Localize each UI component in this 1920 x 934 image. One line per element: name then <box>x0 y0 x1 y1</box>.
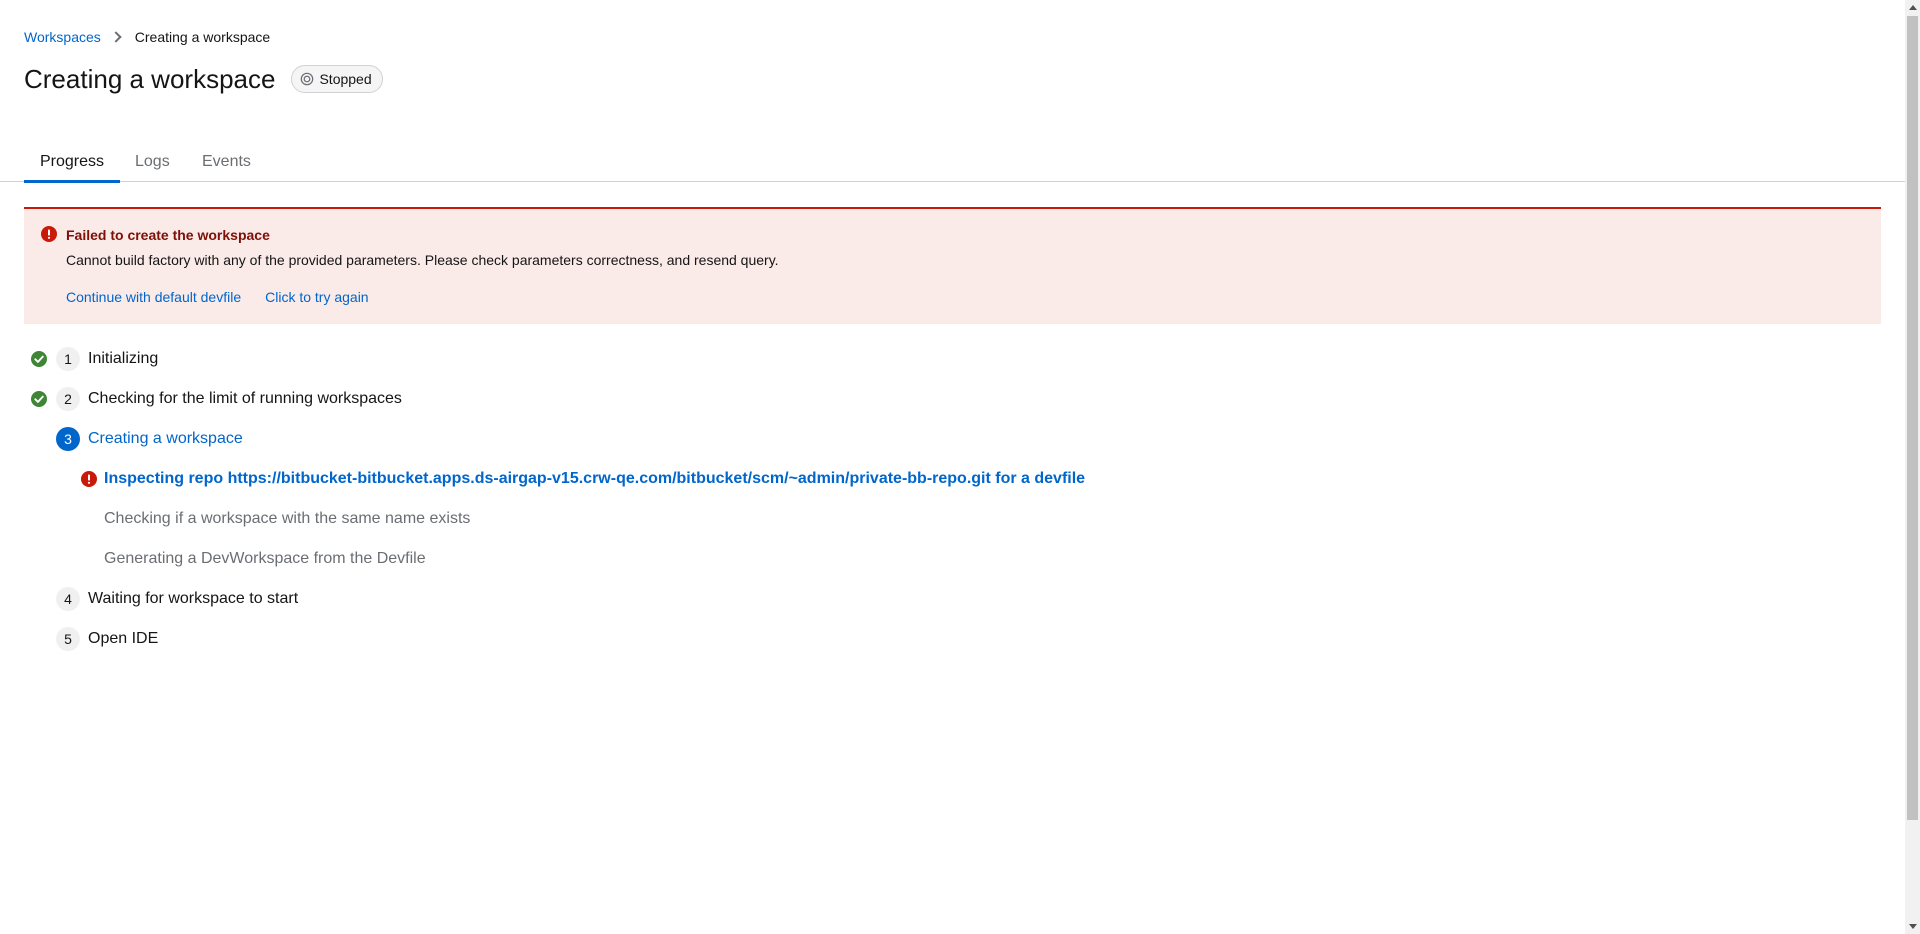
step-creating-workspace: 3 Creating a workspace <box>56 427 243 451</box>
step-open-ide: 5 Open IDE <box>56 627 158 651</box>
try-again-link[interactable]: Click to try again <box>265 288 368 306</box>
scroll-up-icon[interactable] <box>1909 5 1917 10</box>
chevron-right-icon <box>110 31 122 43</box>
page-header: Creating a workspace Stopped <box>24 60 383 98</box>
status-badge-label: Stopped <box>319 71 372 87</box>
substep-name-check: Checking if a workspace with the same na… <box>104 510 471 527</box>
step-number: 4 <box>56 587 80 611</box>
page-title: Creating a workspace <box>24 64 276 94</box>
step-label: Open IDE <box>88 630 159 647</box>
breadcrumb: Workspaces Creating a workspace <box>24 27 270 47</box>
step-label: Initializing <box>88 350 159 367</box>
exclamation-circle-icon <box>81 471 97 487</box>
continue-default-devfile-link[interactable]: Continue with default devfile <box>66 288 241 306</box>
tab-bar: Progress Logs Events <box>0 142 1905 183</box>
breadcrumb-workspaces-link[interactable]: Workspaces <box>24 29 101 45</box>
alert-actions: Continue with default devfile Click to t… <box>66 288 393 306</box>
tab-progress[interactable]: Progress <box>23 142 121 183</box>
status-badge: Stopped <box>291 65 383 93</box>
step-number: 2 <box>56 387 80 411</box>
substep-generate-devworkspace: Generating a DevWorkspace from the Devfi… <box>104 550 426 567</box>
alert-description: Cannot build factory with any of the pro… <box>66 252 779 268</box>
step-label: Checking for the limit of running worksp… <box>88 390 402 407</box>
step-number: 1 <box>56 347 80 371</box>
tab-logs[interactable]: Logs <box>135 142 170 182</box>
step-label: Creating a workspace <box>88 430 243 447</box>
tab-events[interactable]: Events <box>202 142 251 182</box>
vertical-scrollbar[interactable] <box>1905 0 1920 934</box>
step-initializing: 1 Initializing <box>56 347 158 371</box>
step-number: 3 <box>56 427 80 451</box>
workspace-progress-page: Workspaces Creating a workspace Creating… <box>0 0 1905 934</box>
check-circle-icon <box>31 351 47 367</box>
step-label: Waiting for workspace to start <box>88 590 299 607</box>
step-number: 5 <box>56 627 80 651</box>
step-limit-check: 2 Checking for the limit of running work… <box>56 387 402 411</box>
step-waiting-start: 4 Waiting for workspace to start <box>56 587 298 611</box>
stopped-circle-icon <box>301 72 314 86</box>
exclamation-circle-icon <box>41 226 57 242</box>
error-alert: Failed to create the workspace Cannot bu… <box>24 207 1881 324</box>
breadcrumb-current: Creating a workspace <box>134 29 271 45</box>
alert-title: Failed to create the workspace <box>66 227 270 243</box>
substep-inspecting-repo: Inspecting repo https://bitbucket-bitbuc… <box>104 470 1086 487</box>
scroll-thumb[interactable] <box>1907 16 1918 820</box>
check-circle-icon <box>31 391 47 407</box>
scroll-down-icon[interactable] <box>1909 924 1917 929</box>
